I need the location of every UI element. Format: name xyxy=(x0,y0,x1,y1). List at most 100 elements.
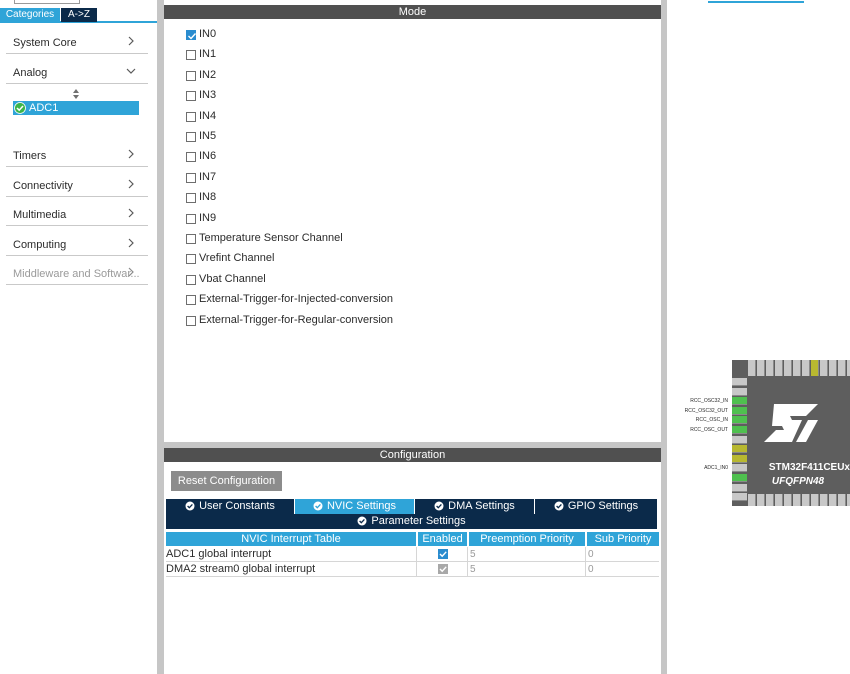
chip-pin-top[interactable] xyxy=(757,360,765,376)
channel-checkbox[interactable] xyxy=(186,91,196,101)
chip-pin-left[interactable] xyxy=(732,426,747,434)
category-system-core[interactable]: System Core xyxy=(6,30,148,54)
column-header-enabled[interactable]: Enabled xyxy=(418,532,467,546)
chip-pin-left[interactable] xyxy=(732,445,747,454)
chip-pin-bottom[interactable] xyxy=(802,494,810,506)
enabled-checkbox[interactable] xyxy=(438,549,448,559)
tab-a-to-z[interactable]: A->Z xyxy=(61,8,97,22)
chip-pin-bottom[interactable] xyxy=(775,494,783,506)
chevron-right-icon xyxy=(128,149,134,159)
chip-pin-top[interactable] xyxy=(793,360,801,376)
category-connectivity[interactable]: Connectivity xyxy=(6,173,148,197)
column-header-preemption[interactable]: Preemption Priority xyxy=(469,532,585,546)
chip-pin-left[interactable] xyxy=(732,406,747,415)
channel-checkbox[interactable] xyxy=(186,71,196,81)
chip-pin-left[interactable] xyxy=(732,397,747,406)
channel-checkbox[interactable] xyxy=(186,30,197,40)
tab-label: Parameter Settings xyxy=(371,515,466,527)
channel-checkbox[interactable] xyxy=(186,112,196,122)
chip-pin-top[interactable] xyxy=(784,360,792,376)
tab-gpio-settings[interactable]: GPIO Settings xyxy=(535,499,657,514)
channel-checkbox[interactable] xyxy=(186,193,196,203)
channel-checkbox[interactable] xyxy=(186,295,196,305)
column-header-sub-priority[interactable]: Sub Priority xyxy=(587,532,659,546)
panel-splitter[interactable] xyxy=(157,0,164,674)
table-row[interactable]: ADC1 global interrupt 5 0 xyxy=(166,547,659,562)
channel-checkbox[interactable] xyxy=(186,152,196,162)
column-header-interrupt[interactable]: NVIC Interrupt Table xyxy=(166,532,416,546)
tab-nvic-settings[interactable]: NVIC Settings xyxy=(295,499,414,514)
chip-pin-left[interactable] xyxy=(732,435,747,444)
tab-dma-settings[interactable]: DMA Settings xyxy=(415,499,534,514)
sub-priority[interactable]: 0 xyxy=(588,562,594,577)
chip-pin-bottom[interactable] xyxy=(784,494,792,506)
chip-pin-bottom[interactable] xyxy=(748,494,756,506)
chip-pin-top[interactable] xyxy=(829,360,837,376)
chip-pin-top[interactable] xyxy=(766,360,774,376)
chip-pin-bottom[interactable] xyxy=(811,494,819,506)
channel-label: IN9 xyxy=(199,212,217,224)
category-analog[interactable]: Analog xyxy=(6,60,148,84)
chevron-right-icon xyxy=(128,267,134,277)
chip-pin-bottom[interactable] xyxy=(757,494,765,506)
channel-checkbox[interactable] xyxy=(186,132,196,142)
chip-pin-bottom[interactable] xyxy=(838,494,846,506)
reset-configuration-button[interactable]: Reset Configuration xyxy=(171,471,282,491)
preemption-priority[interactable]: 5 xyxy=(470,547,476,562)
category-multimedia[interactable]: Multimedia xyxy=(6,202,148,226)
chip-pin-left[interactable] xyxy=(732,387,747,396)
category-computing[interactable]: Computing xyxy=(6,232,148,256)
category-timers[interactable]: Timers xyxy=(6,143,148,167)
chip-pin-top[interactable] xyxy=(748,360,756,376)
pinout-view: RCC_OSC32_IN RCC_OSC32_OUT RCC_OSC_IN RC… xyxy=(667,0,850,674)
channel-checkbox[interactable] xyxy=(186,254,196,264)
check-circle-icon xyxy=(554,501,564,511)
chevron-right-icon xyxy=(128,208,134,218)
chip-pin-bottom[interactable] xyxy=(829,494,837,506)
sort-icon[interactable] xyxy=(72,89,80,99)
channel-checkbox[interactable] xyxy=(186,234,196,244)
channel-checkbox[interactable] xyxy=(186,275,196,285)
pin-label: ADC1_IN0 xyxy=(704,465,728,471)
preemption-priority[interactable]: 5 xyxy=(470,562,476,577)
chip-pin-left[interactable] xyxy=(732,378,747,386)
category-label: Middleware and Softwar... xyxy=(13,268,140,280)
chip-package: UFQFPN48 xyxy=(771,476,825,487)
chip-pin-top[interactable] xyxy=(838,360,846,376)
tab-parameter-settings[interactable]: Parameter Settings xyxy=(166,514,657,529)
channel-checkbox[interactable] xyxy=(186,50,196,60)
chip-pin-bottom[interactable] xyxy=(766,494,774,506)
mcu-chip[interactable]: STM32F411CEUx UFQFPN48 xyxy=(732,360,850,506)
channel-label: External-Trigger-for-Injected-conversion xyxy=(199,293,393,305)
category-tab-strip: Categories A->Z xyxy=(0,8,157,23)
chip-pin-bottom[interactable] xyxy=(820,494,828,506)
pin-label: RCC_OSC32_IN xyxy=(690,398,728,404)
chip-pin-top[interactable] xyxy=(802,360,810,376)
chevron-right-icon xyxy=(128,238,134,248)
channel-checkbox[interactable] xyxy=(186,173,196,183)
categories-panel: Categories A->Z System Core Analog ADC1 … xyxy=(0,0,157,674)
pin-label: RCC_OSC32_OUT xyxy=(684,408,728,414)
channel-label: IN7 xyxy=(199,171,217,183)
chip-pin-left[interactable] xyxy=(732,493,747,502)
chip-pin-bottom[interactable] xyxy=(793,494,801,506)
sub-priority[interactable]: 0 xyxy=(588,547,594,562)
chip-pin-top[interactable] xyxy=(775,360,783,376)
channel-label: IN8 xyxy=(199,191,217,203)
peripheral-item-adc1[interactable]: ADC1 xyxy=(13,101,139,115)
channel-checkbox[interactable] xyxy=(186,316,196,326)
chip-pin-top[interactable] xyxy=(811,360,819,376)
chip-pin-top[interactable] xyxy=(820,360,828,376)
enabled-checkbox xyxy=(438,564,448,574)
search-input[interactable] xyxy=(14,0,80,4)
table-row[interactable]: DMA2 stream0 global interrupt 5 0 xyxy=(166,562,659,577)
tab-user-constants[interactable]: User Constants xyxy=(166,499,294,514)
tab-categories[interactable]: Categories xyxy=(0,8,60,22)
chip-name: STM32F411CEUx xyxy=(768,462,850,473)
channel-label: IN6 xyxy=(199,150,217,162)
chip-pin-left[interactable] xyxy=(732,416,747,425)
channel-label: Temperature Sensor Channel xyxy=(199,232,343,244)
category-middleware[interactable]: Middleware and Softwar... xyxy=(6,261,148,285)
channel-checkbox[interactable] xyxy=(186,214,196,224)
tab-label: DMA Settings xyxy=(448,500,515,512)
